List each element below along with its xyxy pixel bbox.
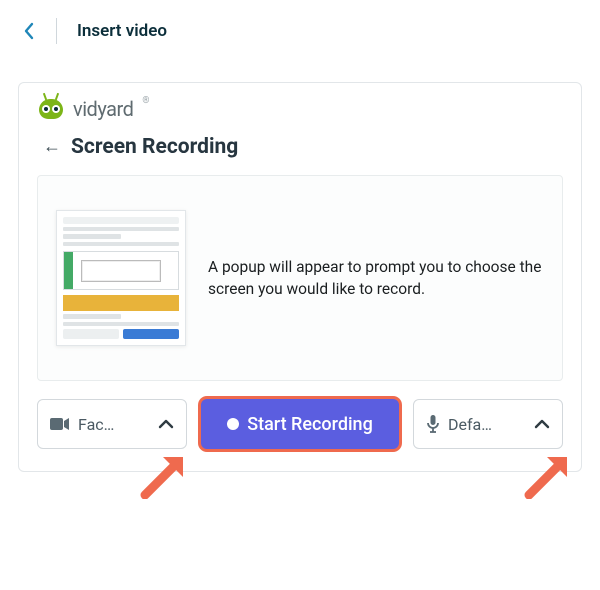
record-dot-icon [227, 418, 239, 430]
brand-row: vidyard ® [37, 97, 563, 121]
annotation-arrow-icon [137, 445, 191, 499]
microphone-selector[interactable]: Defa… [413, 399, 563, 449]
brand-name: vidyard [73, 97, 133, 121]
chevron-up-icon [158, 419, 174, 429]
chevron-up-icon [534, 419, 550, 429]
screen-share-thumbnail [56, 210, 186, 346]
annotation-arrow-icon [521, 445, 575, 499]
back-chevron-icon[interactable] [22, 22, 36, 40]
subheader: ← Screen Recording [37, 135, 563, 159]
instruction-text: A popup will appear to prompt you to cho… [208, 256, 544, 301]
camera-label: Fac… [78, 415, 114, 434]
camera-selector[interactable]: Fac… [37, 399, 187, 449]
back-arrow-icon[interactable]: ← [43, 138, 61, 156]
vidyard-panel: vidyard ® ← Screen Recording A popup wil… [18, 82, 582, 472]
start-recording-label: Start Recording [247, 414, 373, 435]
topbar-divider [56, 18, 57, 44]
page-title: Insert video [77, 21, 167, 41]
camera-icon [50, 417, 70, 431]
vidyard-logo-icon [37, 97, 65, 121]
topbar: Insert video [0, 0, 600, 52]
microphone-label: Defa… [448, 415, 492, 434]
controls-row: Fac… Start Recording Defa… [37, 399, 563, 449]
instruction-box: A popup will appear to prompt you to cho… [37, 175, 563, 381]
subheader-title: Screen Recording [71, 135, 238, 159]
start-recording-button[interactable]: Start Recording [201, 399, 399, 449]
microphone-icon [426, 415, 440, 433]
brand-registered: ® [142, 96, 149, 106]
